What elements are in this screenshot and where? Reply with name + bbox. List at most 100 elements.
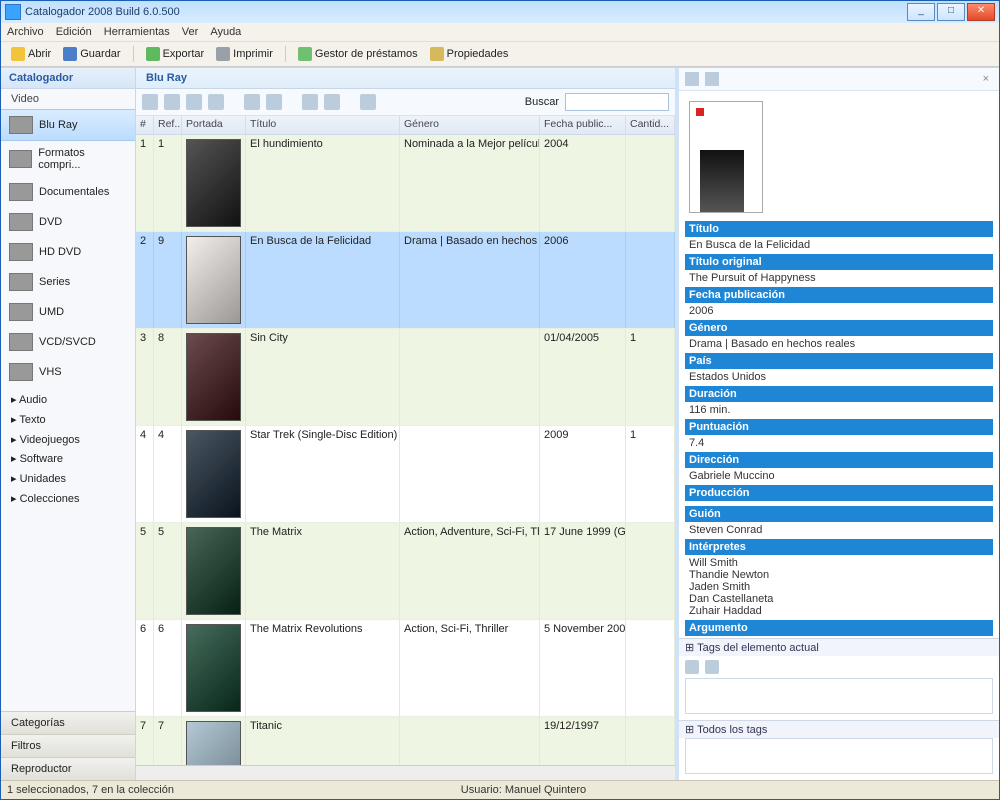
minimize-button[interactable]: _ — [907, 3, 935, 21]
loans-button[interactable]: Gestor de préstamos — [294, 46, 422, 62]
toolbar-icon[interactable] — [302, 94, 318, 110]
sidebar-group[interactable]: ▸ Software — [11, 450, 125, 470]
sidebar-item[interactable]: VHS — [1, 357, 135, 387]
sidebar-group[interactable]: ▸ Videojuegos — [11, 431, 125, 451]
toolbar-icon[interactable] — [208, 94, 224, 110]
cell-idx: 2 — [136, 232, 154, 328]
export-button[interactable]: Exportar — [142, 46, 209, 62]
cell-fecha: 19/12/1997 — [540, 717, 626, 765]
cell-cant — [626, 523, 675, 619]
table-row[interactable]: 44Star Trek (Single-Disc Edition)20091 — [136, 426, 675, 523]
menu-archivo[interactable]: Archivo — [7, 26, 44, 38]
format-icon — [9, 150, 32, 168]
poster-thumb — [186, 139, 241, 227]
sidebar-group[interactable]: ▸ Texto — [11, 411, 125, 431]
search-input[interactable] — [565, 93, 669, 111]
cell-idx: 3 — [136, 329, 154, 425]
sidebar-group[interactable]: ▸ Unidades — [11, 470, 125, 490]
cell-cant — [626, 620, 675, 716]
toolbar-icon[interactable] — [266, 94, 282, 110]
format-icon — [9, 273, 33, 291]
cell-titulo: El hundimiento — [246, 135, 400, 231]
tag-remove-icon[interactable] — [705, 660, 719, 674]
tags-all-box[interactable] — [685, 738, 993, 774]
col-fecha[interactable]: Fecha public... — [540, 116, 626, 134]
field-value: Estados Unidos — [685, 369, 993, 385]
maximize-button[interactable]: □ — [937, 3, 965, 21]
detail-print-icon[interactable] — [685, 72, 699, 86]
print-button[interactable]: Imprimir — [212, 46, 277, 62]
field-value: Will SmithThandie NewtonJaden SmithDan C… — [685, 555, 993, 619]
sidebar-bottom-button[interactable]: Categorías — [1, 711, 135, 734]
close-button[interactable]: ✕ — [967, 3, 995, 21]
table-row[interactable]: 29En Busca de la FelicidadDrama | Basado… — [136, 232, 675, 329]
horizontal-scrollbar[interactable] — [136, 765, 675, 780]
sidebar-item[interactable]: Documentales — [1, 177, 135, 207]
save-button[interactable]: Guardar — [59, 46, 124, 62]
cell-ref: 4 — [154, 426, 182, 522]
sidebar-item[interactable]: Series — [1, 267, 135, 297]
table-row[interactable]: 55The MatrixAction, Adventure, Sci-Fi, T… — [136, 523, 675, 620]
menu-herramientas[interactable]: Herramientas — [104, 26, 170, 38]
sidebar-bottom-button[interactable]: Filtros — [1, 734, 135, 757]
toolbar-icon[interactable] — [324, 94, 340, 110]
col-idx[interactable]: # — [136, 116, 154, 134]
tags-current-box[interactable] — [685, 678, 993, 714]
status-user: Usuario: Manuel Quintero — [174, 784, 873, 796]
table-row[interactable]: 66The Matrix RevolutionsAction, Sci-Fi, … — [136, 620, 675, 717]
table-row[interactable]: 11El hundimientoNominada a la Mejor pelí… — [136, 135, 675, 232]
sidebar-item[interactable]: Blu Ray — [1, 109, 135, 141]
sidebar-item[interactable]: DVD — [1, 207, 135, 237]
field-value: 2006 — [685, 303, 993, 319]
table-body: 11El hundimientoNominada a la Mejor pelí… — [136, 135, 675, 765]
sidebar-group[interactable]: ▸ Colecciones — [11, 490, 125, 510]
detail-search-icon[interactable] — [705, 72, 719, 86]
field-header: País — [685, 353, 993, 369]
table-row[interactable]: 38Sin City01/04/20051 — [136, 329, 675, 426]
toolbar-icon[interactable] — [164, 94, 180, 110]
properties-button[interactable]: Propiedades — [426, 46, 513, 62]
col-genero[interactable]: Género — [400, 116, 540, 134]
field-header: Producción — [685, 485, 993, 501]
sidebar-item[interactable]: VCD/SVCD — [1, 327, 135, 357]
field-value: Gabriele Muccino — [685, 468, 993, 484]
col-portada[interactable]: Portada — [182, 116, 246, 134]
toolbar-icon[interactable] — [142, 94, 158, 110]
tags-current-header[interactable]: ⊞ Tags del elemento actual — [679, 639, 999, 656]
field-header: Intérpretes — [685, 539, 993, 555]
menu-ayuda[interactable]: Ayuda — [210, 26, 241, 38]
col-ref[interactable]: Ref... — [154, 116, 182, 134]
sidebar-item[interactable]: HD DVD — [1, 237, 135, 267]
tag-add-icon[interactable] — [685, 660, 699, 674]
sidebar-item[interactable]: Formatos compri... — [1, 141, 135, 177]
menu-ver[interactable]: Ver — [182, 26, 199, 38]
toolbar-icon[interactable] — [186, 94, 202, 110]
field-header: Duración — [685, 386, 993, 402]
cell-fecha: 2006 — [540, 232, 626, 328]
sidebar-group-video[interactable]: Video — [1, 89, 135, 109]
cell-idx: 7 — [136, 717, 154, 765]
cell-ref: 1 — [154, 135, 182, 231]
cell-titulo: En Busca de la Felicidad — [246, 232, 400, 328]
cell-poster — [182, 426, 246, 522]
format-icon — [9, 183, 33, 201]
col-titulo[interactable]: Título — [246, 116, 400, 134]
menu-edición[interactable]: Edición — [56, 26, 92, 38]
table-row[interactable]: 77Titanic19/12/1997 — [136, 717, 675, 765]
field-header: Género — [685, 320, 993, 336]
field-value: Steven Conrad — [685, 522, 993, 538]
format-icon — [9, 303, 33, 321]
detail-close-icon[interactable]: × — [979, 73, 993, 85]
toolbar-icon[interactable] — [244, 94, 260, 110]
col-cant[interactable]: Cantid... — [626, 116, 675, 134]
toolbar-icon[interactable] — [360, 94, 376, 110]
sidebar-bottom-button[interactable]: Reproductor — [1, 757, 135, 780]
cell-fecha: 2004 — [540, 135, 626, 231]
sidebar-group[interactable]: ▸ Audio — [11, 391, 125, 411]
sidebar-item-label: Blu Ray — [39, 119, 78, 131]
cell-fecha: 01/04/2005 — [540, 329, 626, 425]
tags-all-header[interactable]: ⊞ Todos los tags — [679, 721, 999, 738]
open-button[interactable]: Abrir — [7, 46, 55, 62]
sidebar-item[interactable]: UMD — [1, 297, 135, 327]
cell-poster — [182, 620, 246, 716]
